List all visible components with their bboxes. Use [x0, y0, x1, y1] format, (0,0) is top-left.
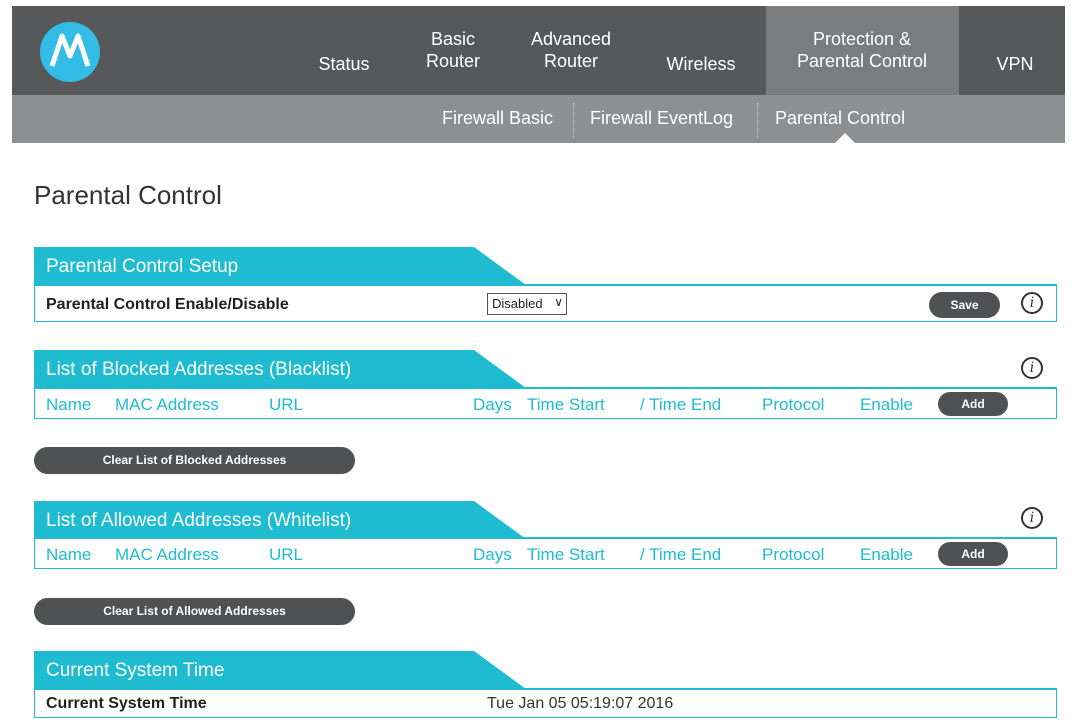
- nav-protection-parental-control[interactable]: Protection & Parental Control: [780, 28, 944, 72]
- clear-blocked-addresses-button[interactable]: Clear List of Blocked Addresses: [34, 447, 355, 474]
- parental-control-enable-label: Parental Control Enable/Disable: [46, 296, 289, 313]
- column-enable: Enable: [860, 395, 913, 414]
- nav-status[interactable]: Status: [310, 53, 378, 75]
- subnav-firewall-basic[interactable]: Firewall Basic: [442, 108, 553, 129]
- column-days: Days: [473, 395, 512, 414]
- section-header-whitelist: List of Allowed Addresses (Whitelist): [34, 501, 526, 539]
- motorola-logo[interactable]: [40, 22, 100, 82]
- select-value: Disabled: [492, 296, 543, 311]
- column-url: URL: [269, 395, 304, 414]
- active-subnav-pointer: [835, 133, 855, 143]
- subnav-firewall-eventlog[interactable]: Firewall EventLog: [590, 108, 733, 129]
- page-title: Parental Control: [34, 180, 222, 210]
- column-name: Name: [46, 395, 92, 414]
- nav-advanced-router[interactable]: Advanced Router: [522, 28, 620, 72]
- info-icon[interactable]: i: [1021, 507, 1043, 529]
- parental-control-enable-select[interactable]: Disabled ∨: [487, 293, 567, 315]
- add-allowed-address-button[interactable]: Add: [938, 542, 1008, 566]
- section-title: List of Allowed Addresses (Whitelist): [46, 510, 352, 531]
- motorola-m-icon: [49, 33, 91, 67]
- add-blocked-address-button[interactable]: Add: [938, 392, 1008, 416]
- section-title: List of Blocked Addresses (Blacklist): [46, 359, 352, 380]
- nav-basic-router[interactable]: Basic Router: [418, 28, 488, 72]
- system-time-label: Current System Time: [46, 695, 207, 712]
- column-days: Days: [473, 545, 512, 564]
- column-protocol: Protocol: [762, 395, 825, 414]
- column-time-start: Time Start: [527, 395, 605, 414]
- info-icon[interactable]: i: [1021, 357, 1043, 379]
- column-url: URL: [269, 545, 304, 564]
- system-time-value: Tue Jan 05 05:19:07 2016: [487, 695, 674, 712]
- column-time-end: / Time End: [640, 545, 722, 564]
- section-header-setup: Parental Control Setup: [34, 247, 526, 285]
- section-title: Current System Time: [46, 660, 225, 681]
- nav-wireless[interactable]: Wireless: [656, 53, 746, 75]
- chevron-down-icon: ∨: [554, 295, 563, 309]
- subnav-parental-control[interactable]: Parental Control: [775, 108, 905, 129]
- column-name: Name: [46, 545, 92, 564]
- section-title: Parental Control Setup: [46, 256, 239, 277]
- column-mac-address: MAC Address: [115, 545, 219, 564]
- column-enable: Enable: [860, 545, 913, 564]
- column-time-end: / Time End: [640, 395, 722, 414]
- section-header-blacklist: List of Blocked Addresses (Blacklist): [34, 350, 526, 388]
- info-icon[interactable]: i: [1021, 292, 1043, 314]
- subnav-separator: [757, 103, 758, 137]
- nav-vpn[interactable]: VPN: [990, 53, 1040, 75]
- subnav-separator: [573, 103, 574, 137]
- section-header-system-time: Current System Time: [34, 651, 526, 689]
- column-mac-address: MAC Address: [115, 395, 219, 414]
- column-time-start: Time Start: [527, 545, 605, 564]
- column-protocol: Protocol: [762, 545, 825, 564]
- clear-allowed-addresses-button[interactable]: Clear List of Allowed Addresses: [34, 598, 355, 625]
- save-button[interactable]: Save: [929, 292, 1000, 318]
